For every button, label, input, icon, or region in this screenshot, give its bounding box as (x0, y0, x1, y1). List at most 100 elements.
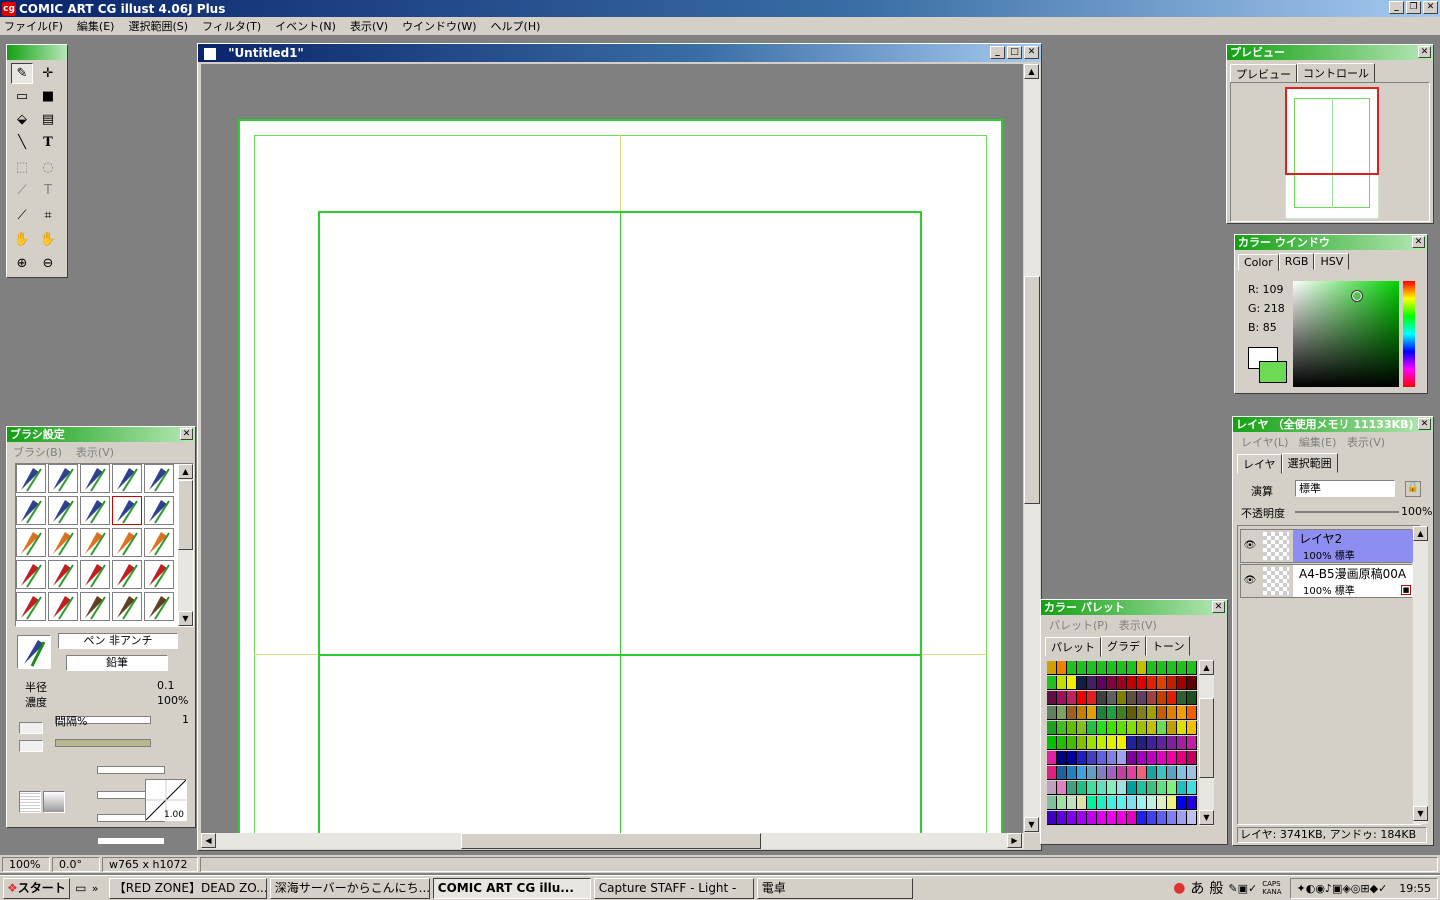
palette-swatch[interactable] (1067, 706, 1077, 720)
palette-swatch[interactable] (1187, 781, 1197, 795)
menu-help[interactable]: ヘルプ(H) (491, 18, 541, 34)
palette-swatch[interactable] (1107, 766, 1117, 780)
palette-swatch[interactable] (1147, 691, 1157, 705)
lasso-select-tool-icon[interactable]: ◌ (37, 157, 59, 178)
brush-preset-icon[interactable] (144, 560, 174, 589)
palette-swatch[interactable] (1177, 796, 1187, 810)
palette-swatch[interactable] (1097, 661, 1107, 675)
canvas-hscrollbar[interactable]: ◀ ▶ (201, 833, 1024, 849)
layer-scroll-down-icon[interactable]: ▼ (1413, 806, 1428, 821)
palette-swatch[interactable] (1177, 781, 1187, 795)
zoom-in-tool-icon[interactable]: ⊕ (11, 253, 33, 274)
minimize-button[interactable]: _ (1389, 1, 1404, 14)
brush-shape-dots-icon[interactable] (19, 740, 43, 752)
palette-swatch[interactable] (1077, 661, 1087, 675)
palette-swatch[interactable] (1107, 796, 1117, 810)
bucket-tool-icon[interactable]: ⬙ (11, 109, 33, 130)
palette-swatch[interactable] (1057, 811, 1067, 825)
palette-swatch[interactable] (1187, 811, 1197, 825)
palette-swatch[interactable] (1107, 706, 1117, 720)
close-button[interactable]: ✕ (1423, 1, 1438, 14)
palette-swatch[interactable] (1137, 661, 1147, 675)
pressure-curve[interactable]: 1.00 (145, 779, 187, 821)
layer-row-manuscript[interactable]: 👁 A4-B5漫画原稿00A 100% 標準 ■ (1240, 564, 1413, 598)
brush-preset-icon[interactable] (144, 496, 174, 525)
preview-viewport-rect[interactable] (1285, 87, 1379, 175)
palette-swatch[interactable] (1127, 811, 1137, 825)
brush-preset-icon[interactable] (144, 592, 174, 621)
palette-swatch[interactable] (1117, 796, 1127, 810)
layer-scrollbar[interactable]: ▲ ▼ (1413, 526, 1428, 824)
palette-swatch[interactable] (1147, 751, 1157, 765)
palette-swatch[interactable] (1077, 721, 1087, 735)
palette-swatch[interactable] (1077, 691, 1087, 705)
brush-preset-icon[interactable] (16, 464, 46, 493)
palette-swatch[interactable] (1047, 811, 1057, 825)
brush-preset-icon[interactable] (48, 560, 78, 589)
line-tool-icon[interactable]: ╲ (11, 132, 33, 153)
palette-swatch[interactable] (1097, 691, 1107, 705)
opacity-slider[interactable] (1295, 511, 1399, 513)
rotate-hand-tool-icon[interactable]: ✋ (37, 229, 59, 250)
palette-swatch[interactable] (1107, 721, 1117, 735)
palette-swatch[interactable] (1187, 736, 1197, 750)
brush-preset-icon[interactable] (16, 560, 46, 589)
palette-swatch[interactable] (1087, 811, 1097, 825)
palette-swatch[interactable] (1057, 691, 1067, 705)
palette-swatch[interactable] (1157, 811, 1167, 825)
brush-preset-icon[interactable] (48, 592, 78, 621)
layer-row-layer2[interactable]: 👁 レイヤ2 100% 標準 (1240, 529, 1413, 563)
brush-preset-icon[interactable] (112, 528, 142, 557)
maximize-button[interactable]: ❐ (1406, 1, 1421, 14)
palette-swatch[interactable] (1167, 811, 1177, 825)
palette-swatch[interactable] (1057, 751, 1067, 765)
palette-swatch[interactable] (1077, 706, 1087, 720)
palette-swatch[interactable] (1137, 811, 1147, 825)
palette-swatch[interactable] (1087, 676, 1097, 690)
palette-swatch[interactable] (1177, 706, 1187, 720)
palette-swatch[interactable] (1127, 676, 1137, 690)
palette-swatch[interactable] (1127, 781, 1137, 795)
palette-swatch[interactable] (1087, 766, 1097, 780)
palette-swatch[interactable] (1067, 676, 1077, 690)
palette-swatch[interactable] (1137, 751, 1147, 765)
palette-swatch[interactable] (1077, 766, 1087, 780)
palette-swatch[interactable] (1187, 706, 1197, 720)
palette-swatch[interactable] (1057, 661, 1067, 675)
brush-name-field[interactable]: ペン 非アンチ (58, 633, 178, 649)
palette-swatch[interactable] (1087, 796, 1097, 810)
eyedropper-tool-icon[interactable]: ⟋ (11, 205, 33, 226)
taskbar-item-capture[interactable]: Capture STAFF - Light - (593, 877, 754, 899)
palette-menu-palette[interactable]: パレット(P) (1049, 619, 1108, 632)
app-icon[interactable]: cg (2, 1, 16, 16)
doc-maximize-button[interactable]: □ (1007, 46, 1022, 59)
blend-mode-field[interactable]: 標準 (1295, 480, 1395, 497)
palette-swatch[interactable] (1147, 811, 1157, 825)
texture-icon[interactable] (19, 791, 41, 813)
palette-swatch[interactable] (1167, 706, 1177, 720)
palette-swatch[interactable] (1127, 661, 1137, 675)
brush-preset-icon[interactable] (80, 496, 110, 525)
palette-swatch[interactable] (1067, 661, 1077, 675)
palette-swatch[interactable] (1097, 796, 1107, 810)
visibility-eye-icon[interactable]: 👁 (1241, 565, 1259, 597)
palette-swatch[interactable] (1047, 766, 1057, 780)
foreground-color-swatch[interactable] (1259, 361, 1287, 383)
palette-swatch[interactable] (1067, 766, 1077, 780)
layers-panel-close-icon[interactable]: ✕ (1418, 418, 1431, 430)
tab-rgb[interactable]: RGB (1278, 253, 1315, 270)
palette-swatch[interactable] (1087, 661, 1097, 675)
palette-swatch[interactable] (1177, 676, 1187, 690)
palette-swatch[interactable] (1157, 781, 1167, 795)
palette-swatch[interactable] (1177, 811, 1187, 825)
palette-swatch[interactable] (1137, 706, 1147, 720)
palette-swatch[interactable] (1047, 751, 1057, 765)
palette-swatch[interactable] (1107, 676, 1117, 690)
move-tool-icon[interactable]: ✛ (37, 63, 59, 84)
palette-swatch[interactable] (1127, 706, 1137, 720)
manga-page[interactable] (238, 119, 1003, 833)
palette-swatch[interactable] (1077, 781, 1087, 795)
palette-swatch[interactable] (1117, 691, 1127, 705)
palette-swatch[interactable] (1087, 781, 1097, 795)
palette-swatch[interactable] (1057, 766, 1067, 780)
